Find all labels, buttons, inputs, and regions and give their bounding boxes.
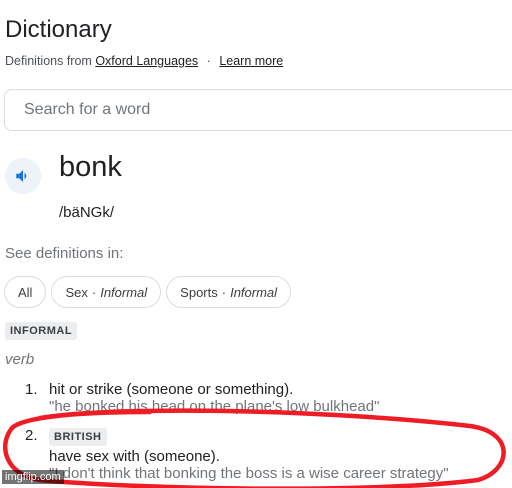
chip-label: All [18,284,33,300]
definition-example: "he bonked his head on the plane's low b… [49,398,380,415]
part-of-speech: verb [5,351,35,368]
chip-sex-informal[interactable]: Sex · Informal [51,276,162,308]
british-badge: BRITISH [49,428,107,446]
attribution-prefix: Definitions from [5,54,92,68]
definition-number: 1. [25,381,38,398]
register-badge: INFORMAL [5,322,78,340]
definition-text: have sex with (someone). [49,448,220,465]
page-title: Dictionary [5,16,112,43]
search-box[interactable] [4,89,512,131]
definition-number: 2. [25,427,38,444]
attribution-separator: · [206,54,211,68]
definition-filter-chips: All Sex · Informal Sports · Informal [4,276,292,308]
pronunciation-button[interactable] [5,158,41,194]
chip-sublabel: Informal [230,284,278,300]
headword: bonk [59,151,122,183]
chip-label: Sex [65,284,88,300]
chip-separator: · [221,284,227,300]
chip-sublabel: Informal [100,284,148,300]
dictionary-page: Dictionary Definitions from Oxford Langu… [0,0,512,488]
see-definitions-label: See definitions in: [5,245,124,262]
chip-all[interactable]: All [4,276,47,308]
definition-example: "I don't think that bonking the boss is … [49,465,449,482]
phonetic-spelling: /bäNGk/ [59,204,115,221]
watermark: imgflip.com [2,470,64,484]
search-input[interactable] [22,100,426,120]
definition-text: hit or strike (someone or something). [49,381,294,398]
volume-icon [16,170,27,182]
chip-separator: · [91,284,97,300]
chip-sports-informal[interactable]: Sports · Informal [166,276,292,308]
chip-label: Sports [180,284,218,300]
oxford-languages-link[interactable]: Oxford Languages [95,54,198,68]
learn-more-link[interactable]: Learn more [219,54,283,68]
attribution: Definitions from Oxford Languages · Lear… [5,54,283,68]
